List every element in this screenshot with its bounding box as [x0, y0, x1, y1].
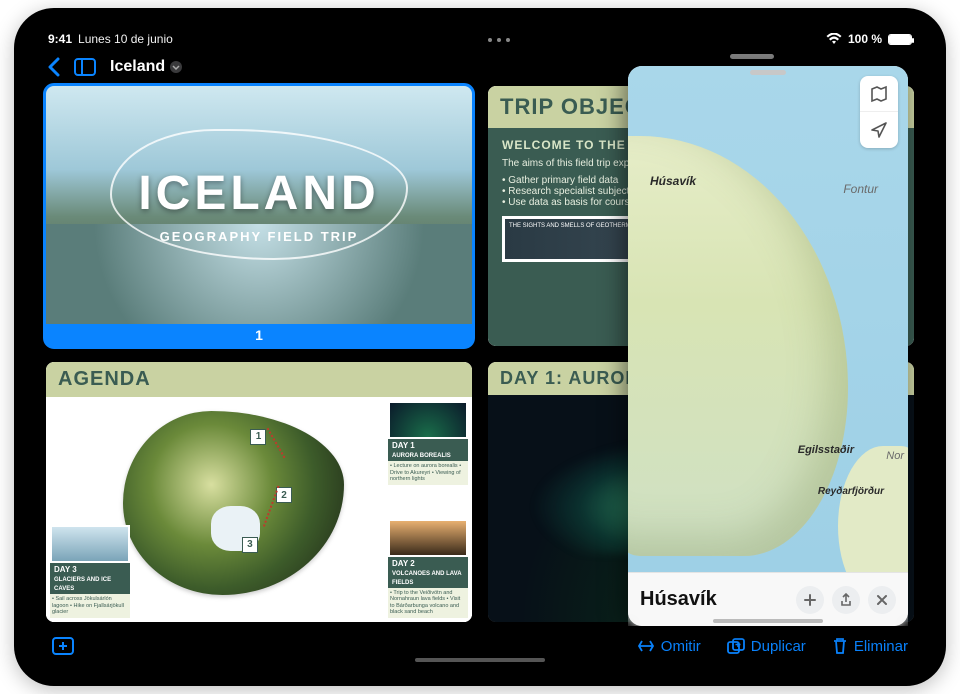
day-1-card: DAY 1AURORA BOREALIS • Lecture on aurora…	[388, 401, 468, 485]
home-indicator[interactable]	[415, 658, 545, 662]
slide-1-index: 1	[46, 324, 472, 346]
ipad-frame: 9:41 Lunes 10 de junio 100 %	[14, 8, 946, 686]
sidebar-toggle-icon[interactable]	[74, 58, 96, 76]
map-pin-1: 1	[250, 429, 266, 445]
battery-percent: 100 %	[848, 32, 882, 46]
slide-3-heading: AGENDA	[58, 368, 460, 391]
map-place-title: Húsavík	[640, 588, 788, 611]
document-title[interactable]: Iceland	[110, 58, 183, 76]
close-card-button[interactable]	[868, 586, 896, 614]
maps-slideover[interactable]: Húsavík Fontur Egilsstaðir Reyðarfjörður…	[628, 66, 908, 626]
skip-button[interactable]: Omitir	[637, 638, 701, 655]
slide-3[interactable]: AGENDA 1 2 3 DAY 1AURORA BOREALIS • Lect…	[46, 362, 472, 622]
map-label-husavik: Húsavík	[650, 174, 696, 188]
map-pin-2: 2	[276, 487, 292, 503]
battery-icon	[888, 34, 912, 45]
duplicate-button[interactable]: Duplicar	[727, 638, 806, 655]
wifi-icon	[826, 33, 842, 45]
slideover-top-handle-icon[interactable]	[730, 54, 774, 59]
map-pin-3: 3	[242, 537, 258, 553]
slideover-home-indicator[interactable]	[713, 619, 823, 623]
map-canvas[interactable]: Húsavík Fontur Egilsstaðir Reyðarfjörður…	[628, 66, 908, 572]
status-bar: 9:41 Lunes 10 de junio 100 %	[34, 28, 926, 50]
map-label-fontur: Fontur	[843, 182, 878, 196]
back-button[interactable]	[46, 57, 60, 77]
ipad-screen: 9:41 Lunes 10 de junio 100 %	[34, 28, 926, 666]
status-time: 9:41	[48, 32, 72, 46]
document-title-text: Iceland	[110, 58, 165, 76]
status-date: Lunes 10 de junio	[78, 32, 173, 46]
share-button[interactable]	[832, 586, 860, 614]
slideover-grabber[interactable]	[750, 70, 786, 75]
add-place-button[interactable]	[796, 586, 824, 614]
slide-3-map	[123, 411, 345, 596]
locate-me-button[interactable]	[860, 112, 898, 148]
day-2-card: DAY 2VOLCANOES AND LAVA FIELDS • Trip to…	[388, 519, 468, 618]
slide-1-content: ICELAND GEOGRAPHY FIELD TRIP	[46, 86, 472, 324]
delete-label: Eliminar	[854, 638, 908, 655]
map-label-nor: Nor	[886, 450, 904, 462]
duplicate-label: Duplicar	[751, 638, 806, 655]
map-controls	[860, 76, 898, 148]
chevron-down-icon	[169, 60, 183, 74]
day-3-card: DAY 3GLACIERS AND ICE CAVES • Sail acros…	[50, 525, 130, 618]
delete-button[interactable]: Eliminar	[832, 637, 908, 655]
map-place-card[interactable]: Húsavík	[628, 572, 908, 626]
multitask-dots-icon[interactable]	[486, 37, 512, 43]
slide-1[interactable]: ICELAND GEOGRAPHY FIELD TRIP 1	[46, 86, 472, 346]
slide-1-subtitle: GEOGRAPHY FIELD TRIP	[160, 229, 359, 244]
slide-1-title: ICELAND	[138, 166, 379, 221]
map-mode-button[interactable]	[860, 76, 898, 112]
map-label-egilsstadir: Egilsstaðir	[798, 444, 854, 456]
add-slide-button[interactable]	[52, 637, 74, 655]
map-label-reydarfjordur: Reyðarfjörður	[818, 486, 884, 497]
skip-label: Omitir	[661, 638, 701, 655]
